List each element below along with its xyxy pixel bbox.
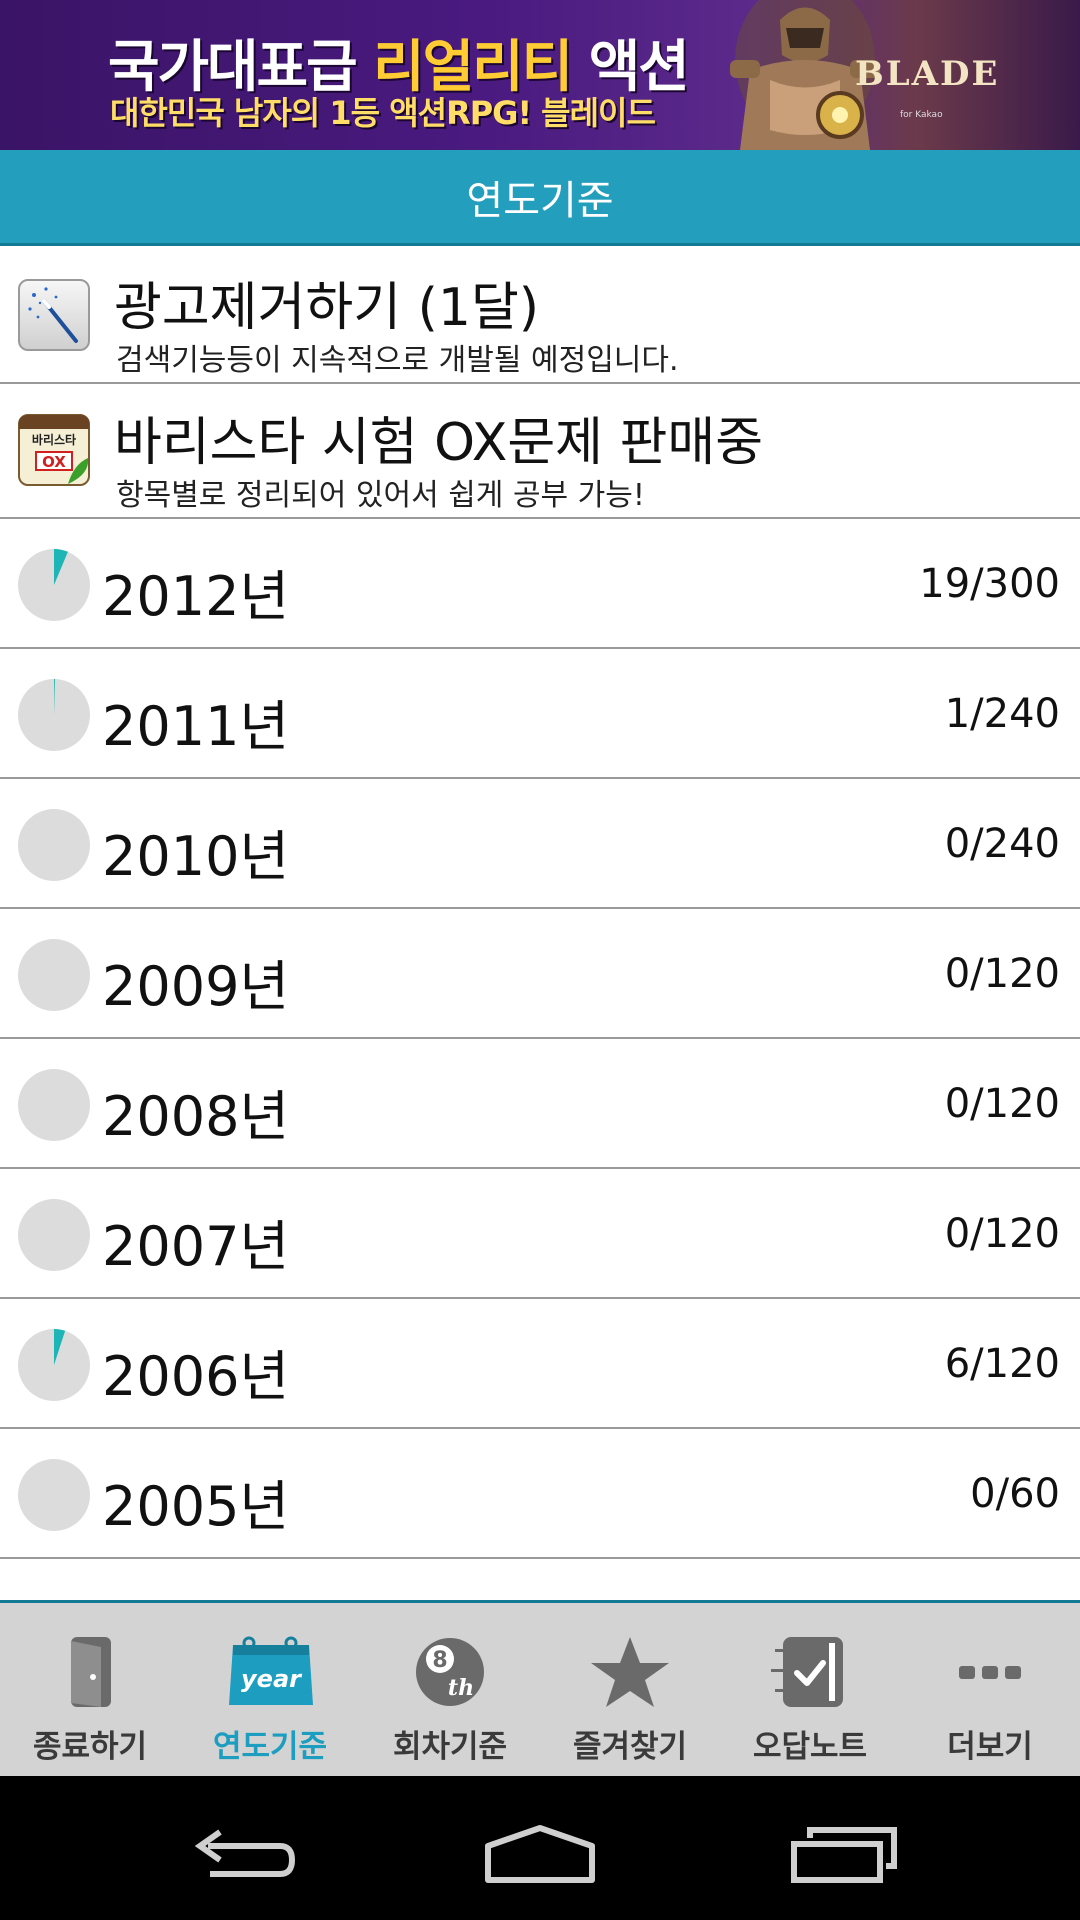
eight-ball-icon: 8 th bbox=[416, 1638, 484, 1706]
tab-label: 연도기준 bbox=[212, 1729, 328, 1765]
year-progress-count: 1/240 bbox=[944, 691, 1060, 737]
promo-subtitle: 항목별로 정리되어 있어서 쉽게 공부 가능! bbox=[116, 478, 645, 513]
progress-pie-icon bbox=[18, 809, 90, 881]
year-progress-count: 0/120 bbox=[944, 951, 1060, 997]
year-label: 2012년 bbox=[102, 565, 290, 628]
progress-pie-icon bbox=[18, 679, 90, 751]
tab-label: 즐겨찾기 bbox=[572, 1729, 688, 1765]
exit-door-icon bbox=[71, 1637, 111, 1707]
tab-round[interactable]: 8 th 회차기준 bbox=[360, 1603, 540, 1776]
year-progress-count: 0/120 bbox=[944, 1211, 1060, 1257]
page-title: 연도기준 bbox=[466, 177, 614, 224]
svg-text:바리스타: 바리스타 bbox=[32, 432, 76, 447]
svg-text:8: 8 bbox=[432, 1648, 447, 1673]
year-row[interactable]: 2006년 6/120 bbox=[0, 1299, 1080, 1429]
remove-ads-row[interactable]: 광고제거하기 (1달) 검색기능등이 지속적으로 개발될 예정입니다. bbox=[0, 249, 1080, 384]
year-label: 2006년 bbox=[102, 1345, 290, 1408]
promo-subtitle: 검색기능등이 지속적으로 개발될 예정입니다. bbox=[116, 343, 679, 378]
tab-year[interactable]: year 연도기준 bbox=[180, 1603, 360, 1776]
year-calendar-icon: year bbox=[229, 1636, 313, 1705]
progress-pie-icon bbox=[18, 1069, 90, 1141]
progress-pie-icon bbox=[18, 549, 90, 621]
year-label: 2010년 bbox=[102, 825, 290, 888]
more-dots-icon bbox=[959, 1666, 1021, 1679]
year-label: 2007년 bbox=[102, 1215, 290, 1278]
title-bar: 연도기준 bbox=[0, 150, 1080, 246]
tab-label: 더보기 bbox=[947, 1729, 1033, 1765]
promo-title: 광고제거하기 (1달) bbox=[114, 278, 540, 338]
year-row[interactable]: 2011년 1/240 bbox=[0, 649, 1080, 779]
magic-wand-icon bbox=[18, 279, 90, 351]
year-row[interactable]: 2009년 0/120 bbox=[0, 909, 1080, 1039]
progress-pie-icon bbox=[18, 1199, 90, 1271]
tab-wrong-answer-notes[interactable]: 오답노트 bbox=[720, 1603, 900, 1776]
tab-label: 종료하기 bbox=[32, 1729, 148, 1765]
system-nav-bar bbox=[0, 1776, 1080, 1920]
star-icon bbox=[591, 1637, 669, 1707]
progress-pie-icon bbox=[18, 1329, 90, 1401]
year-progress-count: 0/120 bbox=[944, 1081, 1060, 1127]
ad-logo: BLADE bbox=[855, 54, 1000, 94]
svg-text:th: th bbox=[448, 1675, 474, 1701]
ad-banner[interactable]: 국가대표급 리얼리티 액션 대한민국 남자의 1등 액션RPG! 블레이드 BL… bbox=[0, 0, 1080, 150]
year-label: 2005년 bbox=[102, 1475, 290, 1538]
year-row[interactable]: 2007년 0/120 bbox=[0, 1169, 1080, 1299]
tab-exit[interactable]: 종료하기 bbox=[0, 1603, 180, 1776]
svg-text:OX: OX bbox=[42, 453, 66, 471]
tab-more[interactable]: 더보기 bbox=[900, 1603, 1080, 1776]
year-label: 2008년 bbox=[102, 1085, 290, 1148]
year-row[interactable]: 2012년 19/300 bbox=[0, 519, 1080, 649]
year-row[interactable]: 2010년 0/240 bbox=[0, 779, 1080, 909]
recent-apps-icon[interactable] bbox=[784, 1816, 904, 1886]
year-progress-count: 6/120 bbox=[944, 1341, 1060, 1387]
year-label: 2009년 bbox=[102, 955, 290, 1018]
barista-ox-promo-row[interactable]: 바리스타 OX 바리스타 시험 OX문제 판매중 항목별로 정리되어 있어서 쉽… bbox=[0, 384, 1080, 519]
ad-logo-sub: for Kakao bbox=[900, 110, 943, 120]
promo-title: 바리스타 시험 OX문제 판매중 bbox=[114, 413, 764, 473]
year-progress-count: 0/240 bbox=[944, 821, 1060, 867]
progress-pie-icon bbox=[18, 939, 90, 1011]
home-icon[interactable] bbox=[480, 1816, 600, 1886]
year-label: 2011년 bbox=[102, 695, 290, 758]
year-progress-count: 19/300 bbox=[919, 561, 1060, 607]
svg-text:year: year bbox=[241, 1665, 303, 1693]
barista-ox-app-icon: 바리스타 OX bbox=[18, 414, 90, 486]
year-progress-count: 0/60 bbox=[970, 1471, 1060, 1517]
ad-subline: 대한민국 남자의 1등 액션RPG! 블레이드 bbox=[110, 94, 656, 132]
tab-favorites[interactable]: 즐겨찾기 bbox=[540, 1603, 720, 1776]
year-row[interactable]: 2008년 0/120 bbox=[0, 1039, 1080, 1169]
tab-label: 회차기준 bbox=[392, 1729, 508, 1765]
bottom-tab-bar: 종료하기 year 연도기준 8 th 회차기준 즐겨찾기 오답노트 더보기 bbox=[0, 1600, 1080, 1776]
tab-label: 오답노트 bbox=[752, 1729, 868, 1765]
year-row[interactable]: 2005년 0/60 bbox=[0, 1429, 1080, 1559]
progress-pie-icon bbox=[18, 1459, 90, 1531]
checked-notebook-icon bbox=[771, 1637, 843, 1707]
back-icon[interactable] bbox=[180, 1816, 300, 1886]
